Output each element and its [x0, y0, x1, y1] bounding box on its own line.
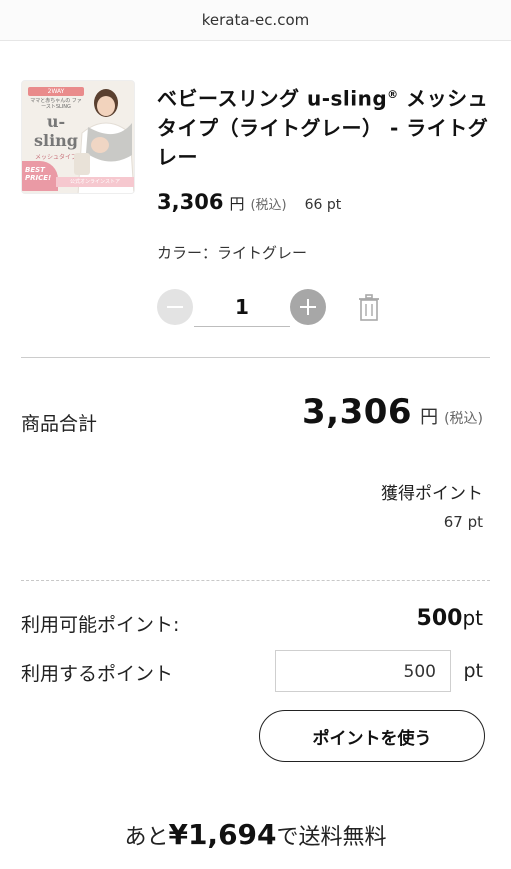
url-text: kerata-ec.com — [201, 11, 310, 29]
product-points: 66 pt — [304, 197, 342, 213]
minus-icon[interactable] — [157, 289, 193, 325]
use-points-unit: pt — [463, 660, 483, 682]
earned-points-value: 67 pt — [443, 513, 483, 531]
dashed-divider — [21, 580, 490, 581]
quantity-stepper: 1 — [157, 287, 379, 327]
subtotal-label: 商品合計 — [21, 413, 98, 435]
plus-icon[interactable] — [290, 289, 326, 325]
product-price: 3,306 円 (税込) 66 pt — [157, 190, 342, 214]
subtotal-value: 3,306 円 (税込) — [302, 392, 483, 432]
product-image[interactable]: 2WAY ママと赤ちゃんの ファーストSLING u-sling メッシュタイプ… — [21, 80, 135, 194]
product-color: カラー：ライトグレー — [157, 244, 308, 262]
trash-icon[interactable] — [357, 294, 381, 322]
available-points-label: 利用可能ポイント: — [21, 614, 180, 636]
earned-points-label: 獲得ポイント — [381, 484, 483, 504]
divider — [21, 357, 490, 358]
address-bar[interactable]: kerata-ec.com — [0, 0, 511, 41]
best-price-badge: BEST PRICE! — [22, 161, 58, 191]
store-band: 公式オンラインストア — [56, 177, 134, 187]
use-points-label: 利用するポイント — [21, 663, 174, 685]
product-title[interactable]: ベビースリング u-sling® メッシュタイプ（ライトグレー） - ライトグレ… — [157, 80, 491, 172]
available-points-value: 500pt — [416, 606, 483, 631]
use-points-button[interactable]: ポイントを使う — [259, 710, 485, 762]
quantity-value[interactable]: 1 — [194, 287, 290, 327]
use-points-input[interactable]: 500 — [275, 650, 451, 692]
free-shipping-notice: あと¥1,694で送料無料 — [124, 818, 387, 851]
